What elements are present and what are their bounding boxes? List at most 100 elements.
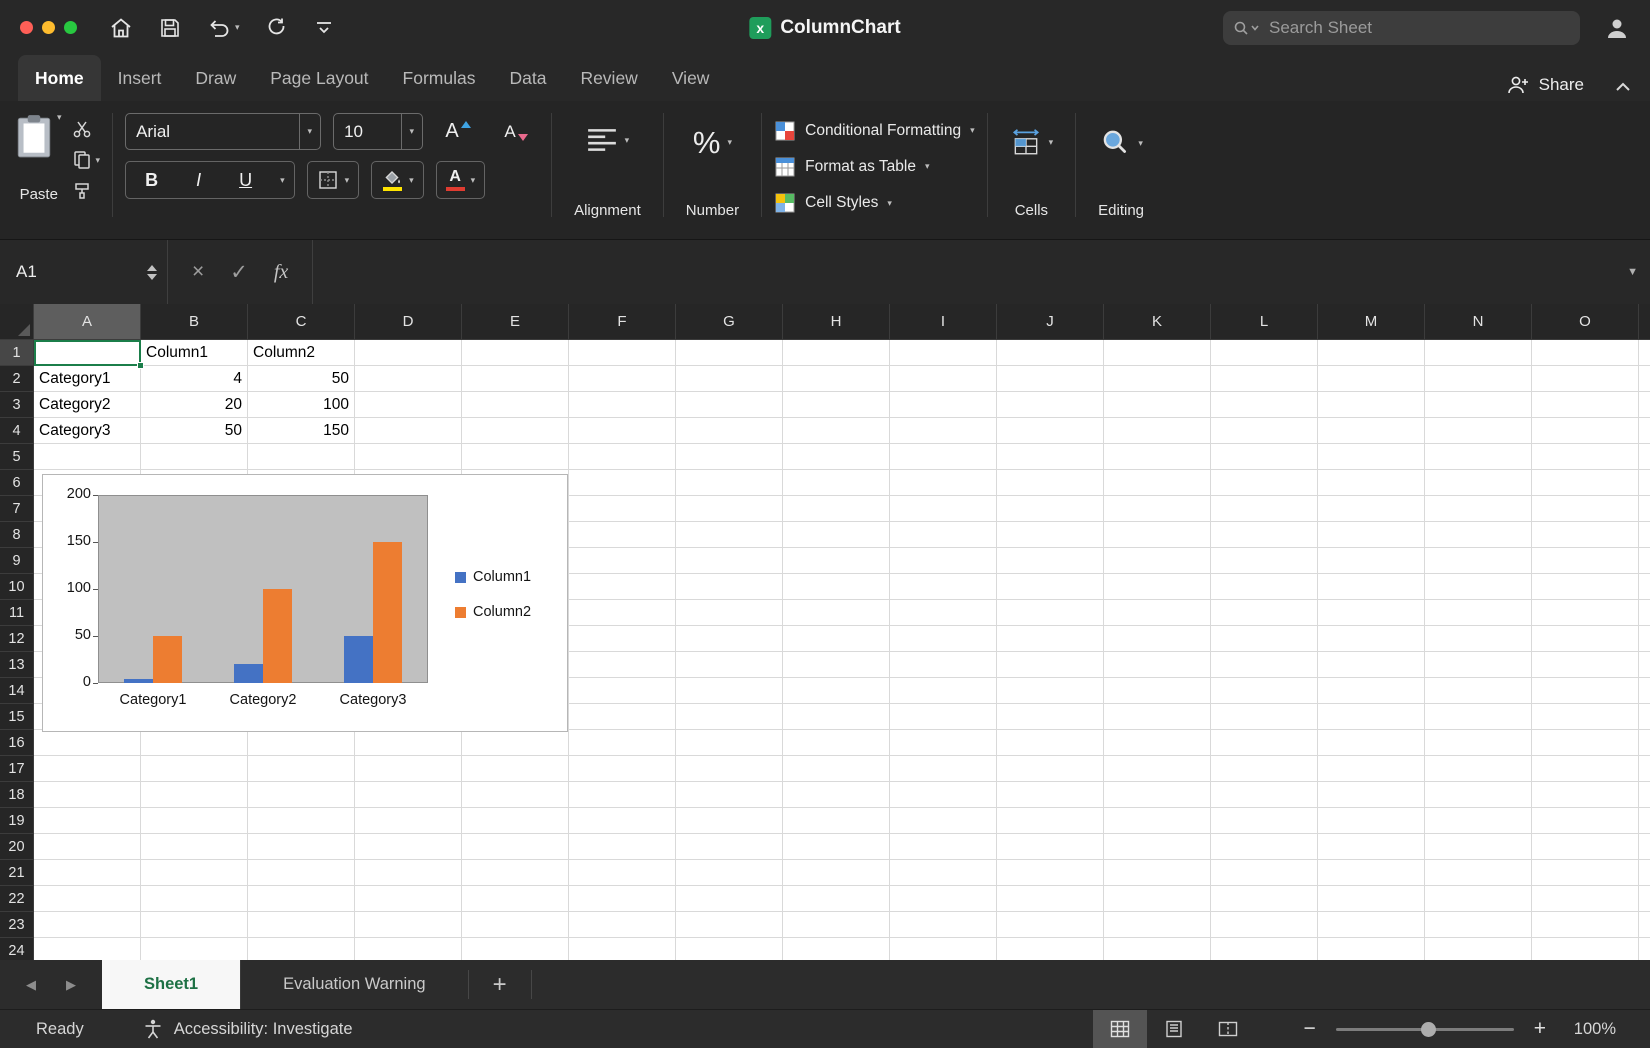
cell-I12[interactable] xyxy=(890,626,997,652)
cell-J10[interactable] xyxy=(997,574,1104,600)
cell-H17[interactable] xyxy=(783,756,890,782)
cell-I24[interactable] xyxy=(890,938,997,960)
cell-B3[interactable]: 20 xyxy=(141,392,248,418)
ribbon-tab-view[interactable]: View xyxy=(655,55,727,101)
cell-N7[interactable] xyxy=(1425,496,1532,522)
cell-G18[interactable] xyxy=(676,782,783,808)
cell-M14[interactable] xyxy=(1318,678,1425,704)
cell-M20[interactable] xyxy=(1318,834,1425,860)
cell-G22[interactable] xyxy=(676,886,783,912)
cell-B5[interactable] xyxy=(141,444,248,470)
ribbon-tab-formulas[interactable]: Formulas xyxy=(386,55,493,101)
cell-D16[interactable] xyxy=(355,730,462,756)
cell-I18[interactable] xyxy=(890,782,997,808)
cell-J20[interactable] xyxy=(997,834,1104,860)
cell-O7[interactable] xyxy=(1532,496,1639,522)
cell-K14[interactable] xyxy=(1104,678,1211,704)
cell-H13[interactable] xyxy=(783,652,890,678)
cell-F23[interactable] xyxy=(569,912,676,938)
cell-L14[interactable] xyxy=(1211,678,1318,704)
cell-C22[interactable] xyxy=(248,886,355,912)
cell-G11[interactable] xyxy=(676,600,783,626)
cell-H21[interactable] xyxy=(783,860,890,886)
cell-O15[interactable] xyxy=(1532,704,1639,730)
cell-D19[interactable] xyxy=(355,808,462,834)
ribbon-tab-page-layout[interactable]: Page Layout xyxy=(253,55,385,101)
cell-B22[interactable] xyxy=(141,886,248,912)
cell-F7[interactable] xyxy=(569,496,676,522)
save-icon[interactable] xyxy=(159,17,181,39)
name-box[interactable]: A1 xyxy=(0,240,168,304)
format-painter-button[interactable] xyxy=(72,179,101,203)
cell-F9[interactable] xyxy=(569,548,676,574)
bold-button[interactable]: B xyxy=(126,162,177,198)
cell-L12[interactable] xyxy=(1211,626,1318,652)
borders-button[interactable]: ▾ xyxy=(308,162,359,198)
cell-J2[interactable] xyxy=(997,366,1104,392)
cell-F24[interactable] xyxy=(569,938,676,960)
column-header-J[interactable]: J xyxy=(997,304,1104,339)
cell-O9[interactable] xyxy=(1532,548,1639,574)
customize-toolbar-icon[interactable] xyxy=(314,19,334,37)
column-header-G[interactable]: G xyxy=(676,304,783,339)
number-group[interactable]: % ▾ Number xyxy=(676,111,749,219)
cell-H3[interactable] xyxy=(783,392,890,418)
cell-D22[interactable] xyxy=(355,886,462,912)
cell-J16[interactable] xyxy=(997,730,1104,756)
confirm-entry-icon[interactable]: ✓ xyxy=(230,260,248,285)
cell-J17[interactable] xyxy=(997,756,1104,782)
cell-M2[interactable] xyxy=(1318,366,1425,392)
cell-L20[interactable] xyxy=(1211,834,1318,860)
cell-F21[interactable] xyxy=(569,860,676,886)
cell-E19[interactable] xyxy=(462,808,569,834)
column-header-O[interactable]: O xyxy=(1532,304,1639,339)
cell-C16[interactable] xyxy=(248,730,355,756)
cell-I20[interactable] xyxy=(890,834,997,860)
cell-A23[interactable] xyxy=(34,912,141,938)
cell-F16[interactable] xyxy=(569,730,676,756)
cell-H6[interactable] xyxy=(783,470,890,496)
cell-I21[interactable] xyxy=(890,860,997,886)
copy-menu-chevron-icon[interactable]: ▾ xyxy=(96,156,101,165)
cell-I10[interactable] xyxy=(890,574,997,600)
cell-O20[interactable] xyxy=(1532,834,1639,860)
row-header-10[interactable]: 10 xyxy=(0,574,34,600)
font-color-chevron-icon[interactable]: ▾ xyxy=(471,176,476,185)
cell-N11[interactable] xyxy=(1425,600,1532,626)
cell-I1[interactable] xyxy=(890,340,997,366)
cell-M10[interactable] xyxy=(1318,574,1425,600)
cell-O10[interactable] xyxy=(1532,574,1639,600)
conditional-formatting-button[interactable]: Conditional Formatting ▾ xyxy=(774,115,974,146)
column-header-H[interactable]: H xyxy=(783,304,890,339)
font-name-select[interactable]: Arial ▾ xyxy=(125,113,321,150)
row-header-9[interactable]: 9 xyxy=(0,548,34,574)
cell-J6[interactable] xyxy=(997,470,1104,496)
cell-F8[interactable] xyxy=(569,522,676,548)
fullscreen-window-button[interactable] xyxy=(64,21,77,34)
cell-D21[interactable] xyxy=(355,860,462,886)
cell-K6[interactable] xyxy=(1104,470,1211,496)
cell-J13[interactable] xyxy=(997,652,1104,678)
cell-K20[interactable] xyxy=(1104,834,1211,860)
cell-F18[interactable] xyxy=(569,782,676,808)
cell-J7[interactable] xyxy=(997,496,1104,522)
cell-J14[interactable] xyxy=(997,678,1104,704)
cell-N1[interactable] xyxy=(1425,340,1532,366)
cell-O4[interactable] xyxy=(1532,418,1639,444)
ribbon-tab-review[interactable]: Review xyxy=(563,55,654,101)
page-break-view-button[interactable] xyxy=(1201,1010,1255,1048)
formula-input[interactable] xyxy=(312,240,1615,304)
cell-O21[interactable] xyxy=(1532,860,1639,886)
previous-sheet-icon[interactable]: ◀ xyxy=(26,977,36,993)
cell-C4[interactable]: 150 xyxy=(248,418,355,444)
column-header-N[interactable]: N xyxy=(1425,304,1532,339)
cell-A24[interactable] xyxy=(34,938,141,960)
cell-B24[interactable] xyxy=(141,938,248,960)
cell-G9[interactable] xyxy=(676,548,783,574)
cell-G5[interactable] xyxy=(676,444,783,470)
cell-K12[interactable] xyxy=(1104,626,1211,652)
cell-D24[interactable] xyxy=(355,938,462,960)
cell-G8[interactable] xyxy=(676,522,783,548)
cell-M9[interactable] xyxy=(1318,548,1425,574)
cell-C20[interactable] xyxy=(248,834,355,860)
